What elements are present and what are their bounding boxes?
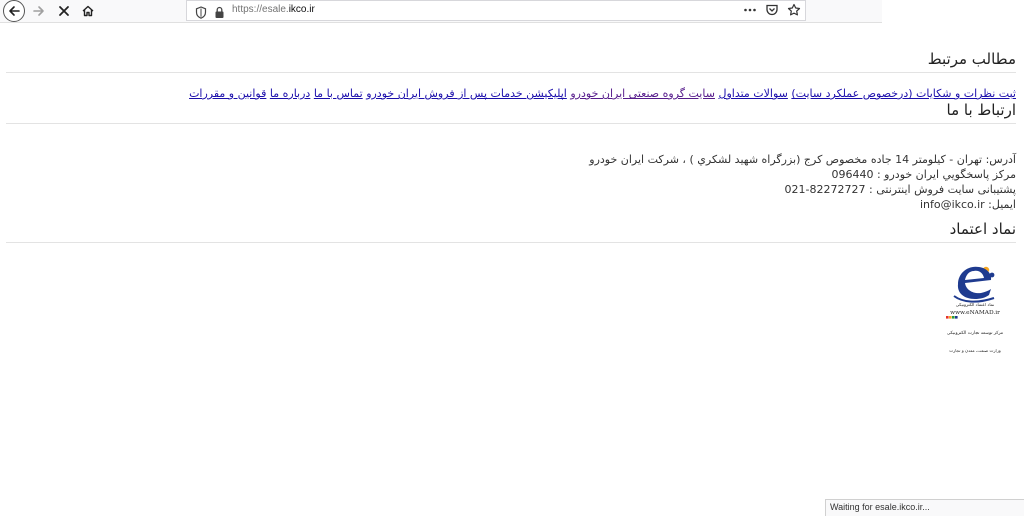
contact-info: آدرس: تهران - کیلومتر 14 جاده مخصوص کرج … [6,152,1016,212]
back-button[interactable] [3,0,25,22]
contact-email: ایمیل: info@ikco.ir [919,198,1016,211]
link-ikco-group[interactable]: سایت گروه صنعتی ایران خودرو [570,87,715,100]
home-button[interactable] [78,1,98,21]
status-bar: Waiting for esale.ikco.ir... [825,499,1024,516]
url-actions [743,3,801,17]
badge-line-4: وزارت صنعت، معدن و تجارت [949,348,1000,353]
contact-address: آدرس: تهران - کیلومتر 14 جاده مخصوص کرج … [589,153,1016,166]
pocket-icon[interactable] [765,3,779,17]
link-about-us[interactable]: درباره ما [270,87,310,100]
arrow-left-icon [9,6,20,16]
home-icon [82,5,94,17]
trust-title: نماد اعتماد [6,220,1016,243]
browser-toolbar: https://esale.ikco.ir [0,0,882,23]
page-content: مطالب مرتبط ثبت نظرات و شکایات (درخصوص ع… [6,50,1016,243]
shield-icon[interactable] [195,4,207,23]
url-text[interactable]: https://esale.ikco.ir [232,4,315,15]
url-domain: ikco.ir [288,4,315,15]
lock-icon[interactable] [214,4,225,23]
arrow-right-icon [33,6,44,16]
enamad-badge[interactable]: نماد اعتماد الکترونیکی www.eNAMAD.ir مرک… [944,256,1006,362]
badge-line-1: نماد اعتماد الکترونیکی [956,302,994,307]
contact-support: پشتیبانی سایت فروش اینترنتی : 82272727-0… [784,183,1016,196]
link-terms[interactable]: قوانین و مقررات [189,87,266,100]
enamad-logo-icon: نماد اعتماد الکترونیکی www.eNAMAD.ir مرک… [946,266,1003,353]
badge-line-2: www.eNAMAD.ir [950,310,1000,316]
related-title: مطالب مرتبط [6,50,1016,73]
close-icon [59,6,69,16]
link-faq[interactable]: سوالات متداول [718,87,787,100]
contact-title: ارتباط با ما [6,101,1016,124]
url-bar[interactable]: https://esale.ikco.ir [186,0,806,21]
stop-button[interactable] [54,1,74,21]
badge-line-3: مرکز توسعه تجارت الکترونیکی [947,330,1003,336]
star-icon[interactable] [787,3,801,17]
link-aftersales-app[interactable]: اپلیکیشن خدمات پس از فروش ایران خودرو [366,87,567,100]
contact-call-center: مرکز پاسخگويي ايران خودرو : 096440 [831,168,1016,181]
link-contact-us[interactable]: تماس با ما [314,87,363,100]
related-links: ثبت نظرات و شکایات (درخصوص عملکرد سایت) … [6,87,1016,101]
link-complaints[interactable]: ثبت نظرات و شکایات (درخصوص عملکرد سایت) [791,87,1016,100]
url-prefix: https://esale. [232,4,289,15]
forward-button[interactable] [29,1,49,21]
more-horizontal-icon[interactable] [743,3,757,17]
